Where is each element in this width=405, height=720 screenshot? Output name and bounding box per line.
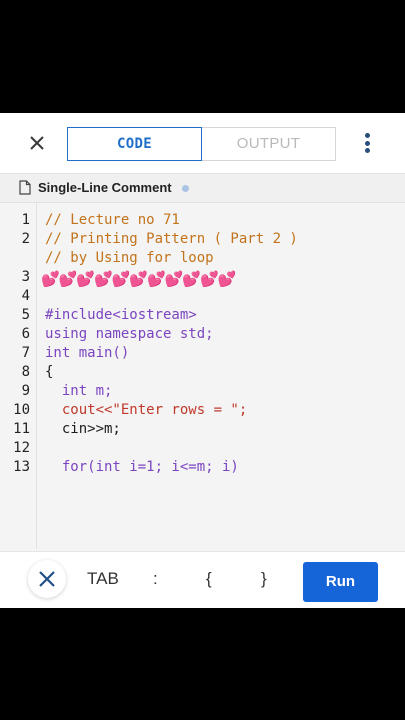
vertical-dots-icon[interactable] — [360, 133, 374, 155]
line-number: 5 — [21, 307, 30, 323]
code-line: for(int i=1; i<=m; i) — [45, 459, 239, 475]
open-brace-key-button[interactable]: { — [206, 569, 212, 589]
close-icon[interactable] — [28, 560, 66, 598]
tab-group: CODE OUTPUT — [67, 127, 337, 161]
line-number: 13 — [13, 459, 30, 475]
line-number: 11 — [13, 421, 30, 437]
line-number: 9 — [21, 383, 30, 399]
file-icon — [19, 180, 31, 195]
code-line-hearts: 💕💕💕💕💕💕💕💕💕💕💕 — [41, 271, 236, 288]
code-line: { — [45, 364, 54, 380]
code-editor-app: CODE OUTPUT Single-Line Comment 1 2 3 4 … — [0, 113, 405, 608]
line-number: 6 — [21, 326, 30, 342]
unsaved-dot-icon — [182, 185, 189, 192]
tab-key-button[interactable]: TAB — [87, 569, 119, 589]
code-line: int m; — [45, 383, 113, 399]
code-line: cin>>m; — [45, 421, 121, 437]
line-number: 10 — [13, 402, 30, 418]
line-number: 1 — [21, 212, 30, 228]
line-number: 12 — [13, 440, 30, 456]
line-number: 7 — [21, 345, 30, 361]
gutter-divider — [36, 203, 37, 549]
tab-output[interactable]: OUTPUT — [202, 127, 336, 161]
line-number: 3 — [21, 269, 30, 285]
code-line: int main() — [45, 345, 130, 361]
code-line: #include<iostream> — [45, 307, 197, 323]
code-line: // Lecture no 71 — [45, 212, 180, 228]
close-brace-key-button[interactable]: } — [261, 569, 267, 589]
line-number: 4 — [21, 288, 30, 304]
code-line: // Printing Pattern ( Part 2 ) — [45, 231, 298, 247]
tab-code[interactable]: CODE — [67, 127, 202, 161]
line-number: 8 — [21, 364, 30, 380]
file-name[interactable]: Single-Line Comment — [38, 180, 172, 195]
colon-key-button[interactable]: : — [153, 569, 158, 589]
code-line: cout<<"Enter rows = "; — [45, 402, 248, 418]
code-editor[interactable]: 1 2 3 4 5 6 7 8 9 10 11 12 13 // Lecture… — [0, 203, 405, 549]
run-button[interactable]: Run — [303, 562, 378, 602]
top-bar: CODE OUTPUT — [0, 113, 405, 174]
close-icon[interactable] — [26, 132, 48, 154]
keyboard-accessory-bar: TAB : { } Run — [0, 551, 405, 608]
code-line: // by Using for loop — [45, 250, 214, 266]
code-line: using namespace std; — [45, 326, 214, 342]
file-bar: Single-Line Comment — [0, 174, 405, 203]
line-number: 2 — [21, 231, 30, 247]
